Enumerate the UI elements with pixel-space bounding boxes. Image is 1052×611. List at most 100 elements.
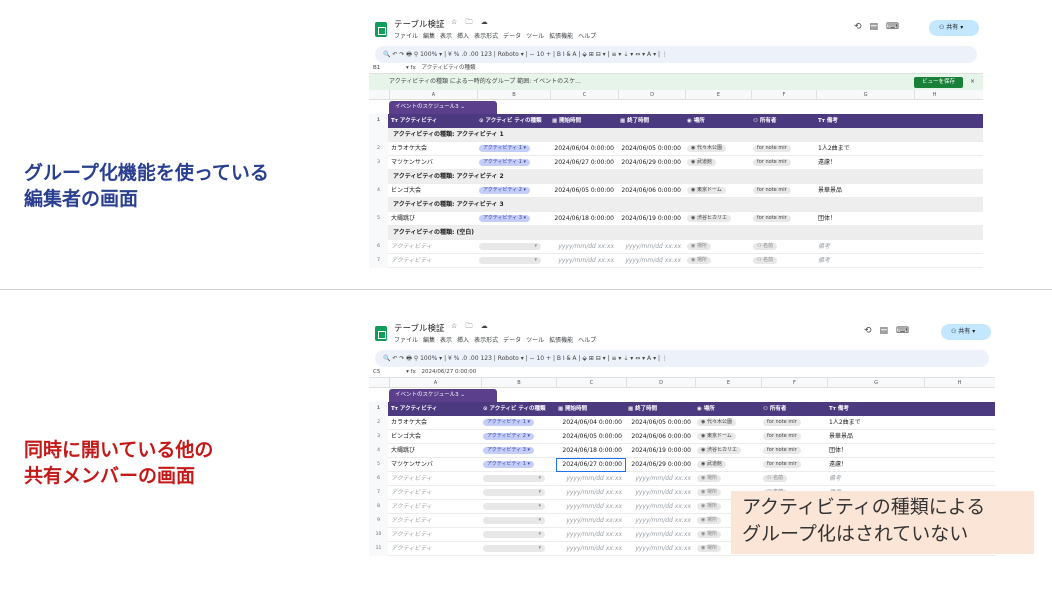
history-comment-meet-icons[interactable]: ⟲▤⌨ [864,326,917,336]
cell-notes[interactable]: 備考 [827,472,924,486]
activity-type-dropdown[interactable]: アクティビティ 2 ▾ [479,187,531,194]
cell-activity[interactable]: アクティビティ [389,542,481,556]
cell-place[interactable]: ◉ 東京ドーム [695,430,761,444]
column-a-header[interactable]: A [389,90,477,100]
cell-place[interactable]: ◉ 武道館 [685,156,751,170]
cell-notes[interactable]: 備考 [816,254,914,268]
activity-type-dropdown[interactable]: アクティビティ 1 ▾ [483,419,535,426]
cell-notes[interactable]: 1人2曲まで [827,416,924,430]
cell-activity-type[interactable]: ▾ [477,254,550,268]
cell-start-time[interactable]: 2024/06/04 0:00:00 [550,142,618,156]
header-owner[interactable]: ⚇ 所有者 [761,402,827,416]
row-number[interactable]: 5 [369,458,388,472]
cell-owner[interactable]: for note mir [761,444,827,458]
row-number[interactable]: 3 [369,156,388,170]
cell-owner[interactable]: ⚇ 名前 [751,240,816,254]
cell-start-time[interactable]: yyyy/mm/dd xx:xx [556,528,626,542]
history-comment-meet-icons[interactable]: ⟲▤⌨ [854,22,907,32]
row-number[interactable]: 2 [369,416,388,430]
menu-edit[interactable]: 編集 [423,337,435,344]
cell-end-time[interactable]: yyyy/mm/dd xx:xx [618,240,685,254]
cell-end-time[interactable]: 2024/06/29 0:00:00 [626,458,695,472]
activity-type-dropdown[interactable]: アクティビティ 1 ▾ [483,461,535,468]
cell-owner[interactable]: for note mir [761,416,827,430]
activity-type-dropdown[interactable]: ▾ [483,489,545,496]
cell-start-time[interactable]: yyyy/mm/dd xx:xx [556,542,626,556]
share-button[interactable]: ⚇ 共有 ▾ [941,324,991,340]
cell-end-time[interactable]: 2024/06/05 0:00:00 [626,416,695,430]
cell-activity-type[interactable]: アクティビティ 1 ▾ [481,416,556,430]
cell-start-time[interactable]: 2024/06/05 0:00:00 [550,184,618,198]
cell-start-time[interactable]: yyyy/mm/dd xx:xx [550,240,618,254]
activity-type-dropdown[interactable]: ▾ [483,517,545,524]
cell-start-time[interactable]: yyyy/mm/dd xx:xx [556,514,626,528]
cell-place[interactable]: ◉ 武道館 [695,458,761,472]
cell-activity-type[interactable]: アクティビティ 1 ▾ [477,156,550,170]
cell-end-time[interactable]: yyyy/mm/dd xx:xx [626,500,695,514]
cell-notes[interactable]: 景華景品 [827,430,924,444]
cell-end-time[interactable]: yyyy/mm/dd xx:xx [626,542,695,556]
menu-file[interactable]: ファイル [394,337,418,344]
cell-activity-type[interactable]: ▾ [481,528,556,542]
cell-notes[interactable]: 備考 [816,240,914,254]
row-number[interactable]: 7 [369,486,388,500]
cell-activity-type[interactable]: アクティビティ 3 ▾ [477,212,550,226]
cell-place[interactable]: ◉ 代々木公園 [685,142,751,156]
activity-type-dropdown[interactable]: アクティビティ 3 ▾ [483,447,535,454]
cell-start-time[interactable]: 2024/06/27 0:00:00 [556,458,626,472]
cell-activity[interactable]: カラオケ大会 [389,416,481,430]
menu-tools[interactable]: ツール [526,337,544,344]
cell-activity[interactable]: アクティビティ [389,486,481,500]
cell-place[interactable]: ◉ 場所 [685,254,751,268]
cell-activity-type[interactable]: ▾ [481,472,556,486]
cell-end-time[interactable]: 2024/06/19 0:00:00 [618,212,685,226]
cell-notes[interactable]: 景華景品 [816,184,914,198]
column-b-header[interactable]: B [481,378,556,388]
menu-extensions[interactable]: 拡張機能 [549,33,573,40]
cell-owner[interactable]: ⚇ 名前 [761,472,827,486]
cell-notes[interactable]: 遠慮！ [827,458,924,472]
formula-input[interactable]: 2024/06/27 0:00:00 [422,369,477,375]
column-b-header[interactable]: B [477,90,550,100]
column-g-header[interactable]: G [827,378,924,388]
row-number[interactable]: 5 [369,212,388,226]
row-number[interactable] [369,198,388,212]
cell-activity[interactable]: アクティビティ [389,472,481,486]
cell-activity[interactable]: アクティビティ [389,254,477,268]
menu-help[interactable]: ヘルプ [578,33,596,40]
column-f-header[interactable]: F [751,90,816,100]
cell-place[interactable]: ◉ 渋谷ヒカリエ [685,212,751,226]
cell-start-time[interactable]: yyyy/mm/dd xx:xx [556,500,626,514]
cell-start-time[interactable]: 2024/06/04 0:00:00 [556,416,626,430]
column-f-header[interactable]: F [761,378,827,388]
row-number[interactable]: 6 [369,240,388,254]
cell-owner[interactable]: for note mir [751,212,816,226]
cell-end-time[interactable]: yyyy/mm/dd xx:xx [626,472,695,486]
cell-owner[interactable]: for note mir [751,156,816,170]
activity-type-dropdown[interactable]: ▾ [483,545,545,552]
toolbar[interactable]: 🔍 ↶ ↷ 🖶 ⚲ 100% ▾ | ¥ % .0 .00 123 | Robo… [375,350,989,367]
table-name-tab[interactable]: イベントのスケジュール3 ⌄ [389,101,497,114]
row-number[interactable]: 6 [369,472,388,486]
cell-activity[interactable]: 大縄跳び [389,444,481,458]
activity-type-dropdown[interactable]: ▾ [479,243,541,250]
cell-start-time[interactable]: yyyy/mm/dd xx:xx [556,486,626,500]
cell-activity[interactable]: ビンゴ大会 [389,430,481,444]
column-h-header[interactable]: H [924,378,994,388]
cell-place[interactable]: ◉ 東京ドーム [685,184,751,198]
cell-end-time[interactable]: yyyy/mm/dd xx:xx [626,486,695,500]
header-start-time[interactable]: ▦ 開始時間 [550,114,618,128]
cell-activity-type[interactable]: アクティビティ 2 ▾ [481,430,556,444]
cell-activity-type[interactable]: ▾ [481,486,556,500]
menu-insert[interactable]: 挿入 [457,33,469,40]
header-end-time[interactable]: ▦ 終了時間 [618,114,685,128]
cell-place[interactable]: ◉ 場所 [685,240,751,254]
cell-owner[interactable]: ⚇ 名前 [751,254,816,268]
cell-start-time[interactable]: yyyy/mm/dd xx:xx [550,254,618,268]
header-activity[interactable]: Tт アクティビティ [389,114,477,128]
cell-start-time[interactable]: 2024/06/18 0:00:00 [556,444,626,458]
title-icons[interactable]: ☆ 🗀 ☁ [451,322,491,333]
cell-activity[interactable]: 大縄跳び [389,212,477,226]
cell-place[interactable]: ◉ 代々木公園 [695,416,761,430]
cell-place[interactable]: ◉ 渋谷ヒカリエ [695,444,761,458]
